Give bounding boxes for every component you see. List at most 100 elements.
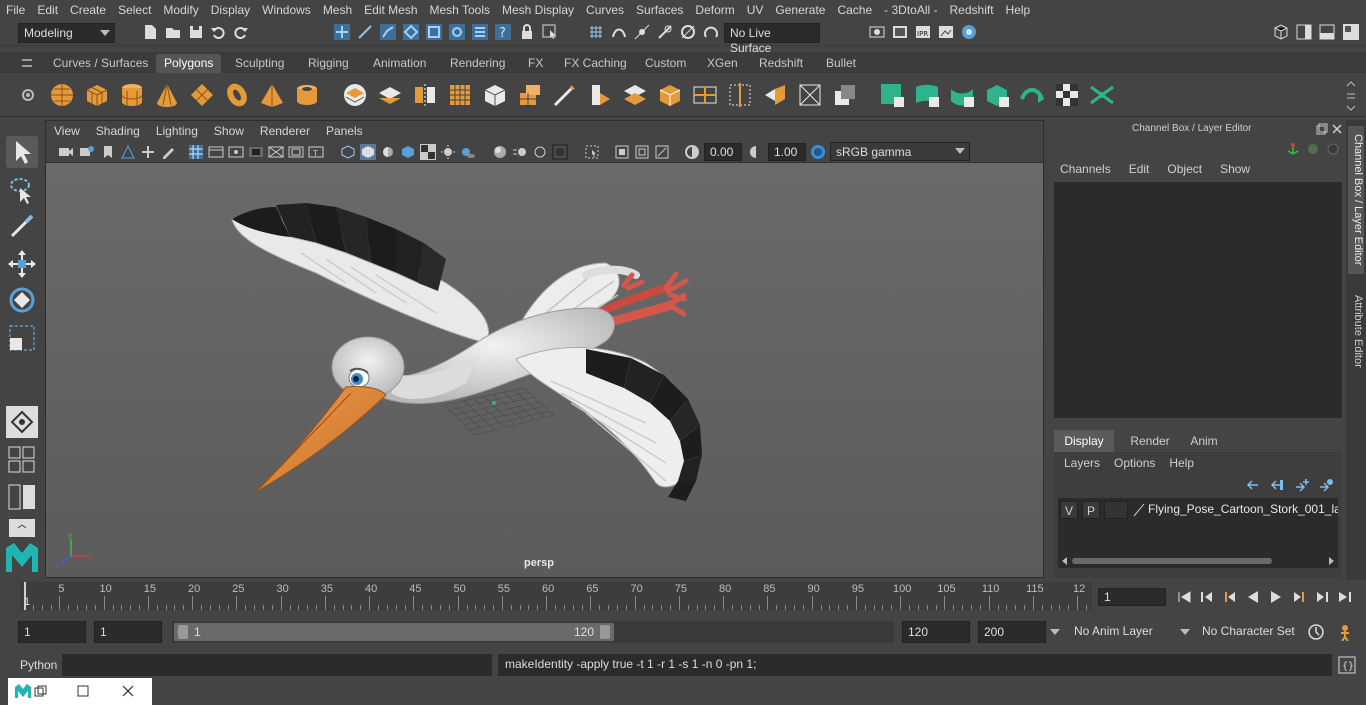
maximize-icon[interactable] xyxy=(77,685,89,697)
pan-zoom-icon[interactable] xyxy=(654,144,670,160)
live-surface-field[interactable]: No Live Surface xyxy=(724,23,820,55)
mirror-icon[interactable] xyxy=(411,81,439,109)
uv-cylindrical-icon[interactable] xyxy=(913,81,941,109)
new-layer-selected-icon[interactable] xyxy=(1318,478,1334,492)
film-gate-icon[interactable] xyxy=(208,144,224,160)
menu-edit-mesh[interactable]: Edit Mesh xyxy=(358,3,423,17)
snap-grid-icon[interactable] xyxy=(587,23,605,41)
extrude-icon[interactable] xyxy=(516,81,544,109)
menu-create[interactable]: Create xyxy=(64,3,112,17)
tab-animation[interactable]: Animation xyxy=(365,54,434,73)
tab-fx[interactable]: FX xyxy=(520,54,551,73)
menu-file[interactable]: File xyxy=(0,3,31,17)
menu-cache[interactable]: Cache xyxy=(831,3,878,17)
move-layer-up-icon[interactable] xyxy=(1244,478,1260,492)
scale-tool-icon[interactable] xyxy=(6,322,38,354)
menu-modify[interactable]: Modify xyxy=(157,3,204,17)
gamma-field[interactable]: 1.00 xyxy=(768,143,806,161)
range-slider-thumb[interactable]: 1 120 xyxy=(174,623,614,641)
layer-color-swatch[interactable] xyxy=(1104,501,1128,519)
exposure-icon[interactable] xyxy=(684,144,700,160)
menu-3dtoall[interactable]: - 3DtoAll - xyxy=(878,3,943,17)
save-scene-icon[interactable] xyxy=(187,23,205,41)
scroll-left-icon[interactable] xyxy=(1060,556,1070,566)
bookmark-icon[interactable] xyxy=(100,144,116,160)
uv-spherical-icon[interactable] xyxy=(948,81,976,109)
render-settings-icon[interactable] xyxy=(868,23,886,41)
viewport-menu-lighting[interactable]: Lighting xyxy=(148,124,206,138)
combine-icon[interactable] xyxy=(341,81,369,109)
move-layer-down-icon[interactable] xyxy=(1268,478,1284,492)
maya-window-icon[interactable] xyxy=(14,683,32,699)
lasso-tool-icon[interactable] xyxy=(6,174,38,206)
channel-list[interactable] xyxy=(1054,182,1342,418)
play-backward-icon[interactable] xyxy=(1245,589,1261,605)
tab-render[interactable]: Render xyxy=(1120,430,1180,452)
move-tool-icon[interactable] xyxy=(6,248,38,280)
animation-start-field[interactable]: 1 xyxy=(18,621,86,643)
menu-uv[interactable]: UV xyxy=(741,3,770,17)
menu-redshift[interactable]: Redshift xyxy=(944,3,1000,17)
menu-windows[interactable]: Windows xyxy=(256,3,317,17)
shelf-menu-icon[interactable] xyxy=(20,57,34,69)
menu-help[interactable]: Help xyxy=(1000,3,1037,17)
boolean-icon[interactable] xyxy=(831,81,859,109)
scene-canvas[interactable]: x y z xyxy=(46,163,1043,577)
close-window-icon[interactable] xyxy=(122,685,134,697)
select-cursor-lock-icon[interactable] xyxy=(541,23,559,41)
play-forward-icon[interactable] xyxy=(1268,589,1284,605)
uv-unfold-icon[interactable] xyxy=(1018,81,1046,109)
select-tool-icon[interactable] xyxy=(6,136,38,168)
depth-of-field-icon[interactable] xyxy=(552,144,568,160)
edit-menu[interactable]: Edit xyxy=(1129,162,1168,180)
playback-end-field[interactable]: 120 xyxy=(902,621,970,643)
scrollbar-thumb[interactable] xyxy=(1072,558,1272,564)
poly-pipe-icon[interactable] xyxy=(293,81,321,109)
viewport-menu-shading[interactable]: Shading xyxy=(88,124,148,138)
camera-attr-icon[interactable] xyxy=(79,144,95,160)
3d-viewport[interactable]: x y z persp xyxy=(46,163,1043,577)
command-input[interactable] xyxy=(62,654,492,676)
extract-icon[interactable] xyxy=(761,81,789,109)
redo-icon[interactable] xyxy=(232,23,250,41)
menu-mesh[interactable]: Mesh xyxy=(317,3,358,17)
anim-layer-dropdown[interactable]: No Anim Layer xyxy=(1050,621,1170,643)
poly-cone-icon[interactable] xyxy=(153,81,181,109)
tab-bullet[interactable]: Bullet xyxy=(818,54,864,73)
go-to-start-icon[interactable] xyxy=(1176,589,1192,605)
snap-point-icon[interactable] xyxy=(633,23,651,41)
time-ruler[interactable]: 5 10 15 20 25 30 35 40 45 50 55 60 65 70 75 80 85 90 95 100… xyxy=(20,582,1092,610)
wedge-icon[interactable] xyxy=(796,81,824,109)
animation-preferences-icon[interactable] xyxy=(1336,623,1354,641)
render-view-icon[interactable] xyxy=(937,23,955,41)
soft-select-icon[interactable] xyxy=(6,406,38,438)
grid-toggle-icon[interactable] xyxy=(188,144,204,160)
tab-anim[interactable]: Anim xyxy=(1174,430,1234,452)
viewport-menu-view[interactable]: View xyxy=(46,124,88,138)
smooth-icon[interactable] xyxy=(446,81,474,109)
grease-pencil-icon[interactable] xyxy=(160,144,176,160)
color-space-dropdown[interactable]: sRGB gamma xyxy=(830,142,970,161)
axis-transform-icon[interactable] xyxy=(1286,142,1300,156)
paint-select-tool-icon[interactable] xyxy=(6,210,38,242)
restore-icon[interactable] xyxy=(34,685,48,697)
tab-xgen[interactable]: XGen xyxy=(699,54,746,73)
bevel-icon[interactable] xyxy=(586,81,614,109)
viewport-menu-show[interactable]: Show xyxy=(206,124,252,138)
go-to-end-icon[interactable] xyxy=(1337,589,1353,605)
select-by-component-icon[interactable] xyxy=(379,23,397,41)
ipr-render-icon[interactable]: IPR xyxy=(914,23,932,41)
side-tab-channel-box[interactable]: Channel Box / Layer Editor xyxy=(1348,126,1364,274)
gear-icon[interactable] xyxy=(20,87,36,103)
range-slider-track[interactable]: 1 120 xyxy=(172,621,894,643)
tab-fx-caching[interactable]: FX Caching xyxy=(556,54,635,73)
viewport-menu-renderer[interactable]: Renderer xyxy=(252,124,318,138)
frame-selection-icon[interactable] xyxy=(614,144,630,160)
color-management-icon[interactable] xyxy=(810,144,826,160)
open-scene-icon[interactable] xyxy=(164,23,182,41)
new-scene-icon[interactable] xyxy=(141,23,159,41)
menu-select[interactable]: Select xyxy=(112,3,157,17)
2d-pan-zoom-icon[interactable] xyxy=(140,144,156,160)
poly-cylinder-icon[interactable] xyxy=(118,81,146,109)
tab-rendering[interactable]: Rendering xyxy=(442,54,513,73)
